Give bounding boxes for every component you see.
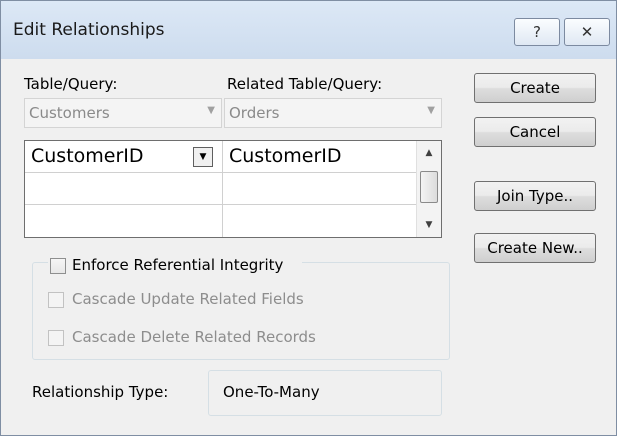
related-table-query-label: Related Table/Query:	[227, 75, 383, 93]
cascade-delete-label: Cascade Delete Related Records	[72, 328, 316, 346]
join-type-button[interactable]: Join Type..	[474, 181, 596, 211]
scroll-down-icon[interactable]: ▼	[417, 215, 441, 235]
scroll-up-icon[interactable]: ▲	[417, 143, 441, 163]
close-button[interactable]: ✕	[564, 18, 610, 46]
grid-cell-related-field[interactable]	[223, 173, 417, 205]
grid-scrollbar[interactable]: ▲ ▼	[416, 141, 441, 237]
cascade-delete-checkbox[interactable]	[48, 330, 64, 346]
chevron-down-icon: ▼	[427, 105, 435, 116]
table-combo[interactable]: Customers ▼	[24, 98, 222, 128]
related-table-combo[interactable]: Orders ▼	[224, 98, 442, 128]
field-dropdown-button[interactable]: ▼	[193, 147, 213, 167]
close-icon: ✕	[580, 23, 594, 41]
grid-cell-related-field[interactable]: CustomerID	[223, 141, 417, 173]
grid-cell-field[interactable]: CustomerID ▼	[25, 141, 223, 173]
cascade-update-label: Cascade Update Related Fields	[72, 290, 304, 308]
chevron-down-icon: ▼	[199, 152, 207, 162]
create-button[interactable]: Create	[474, 73, 596, 103]
relationship-type-label: Relationship Type:	[32, 383, 169, 401]
grid-cell-field[interactable]	[25, 173, 223, 205]
dialog-title: Edit Relationships	[13, 20, 165, 40]
grid-cell-text: CustomerID	[31, 145, 144, 167]
grid-cell-text: CustomerID	[229, 145, 342, 167]
scroll-thumb[interactable]	[420, 171, 438, 203]
fields-grid: CustomerID ▼ CustomerID ▲ ▼	[24, 140, 442, 238]
grid-cell-field[interactable]	[25, 205, 223, 237]
cancel-button[interactable]: Cancel	[474, 117, 596, 147]
table-combo-value: Customers	[29, 104, 110, 122]
relationship-type-value: One-To-Many	[223, 383, 320, 401]
table-query-label: Table/Query:	[24, 75, 118, 93]
enforce-ri-checkbox[interactable]	[50, 258, 66, 274]
help-button[interactable]: ?	[514, 18, 560, 46]
grid-cell-related-field[interactable]	[223, 205, 417, 237]
cascade-update-checkbox[interactable]	[48, 292, 64, 308]
chevron-down-icon: ▼	[207, 105, 215, 116]
create-new-button[interactable]: Create New..	[474, 233, 596, 263]
title-bar: Edit Relationships ? ✕	[1, 1, 616, 59]
help-icon: ?	[533, 23, 541, 41]
related-table-combo-value: Orders	[229, 104, 280, 122]
enforce-ri-label: Enforce Referential Integrity	[72, 256, 284, 274]
relationship-type-box: One-To-Many	[208, 370, 442, 416]
integrity-legend: Enforce Referential Integrity	[48, 255, 302, 277]
